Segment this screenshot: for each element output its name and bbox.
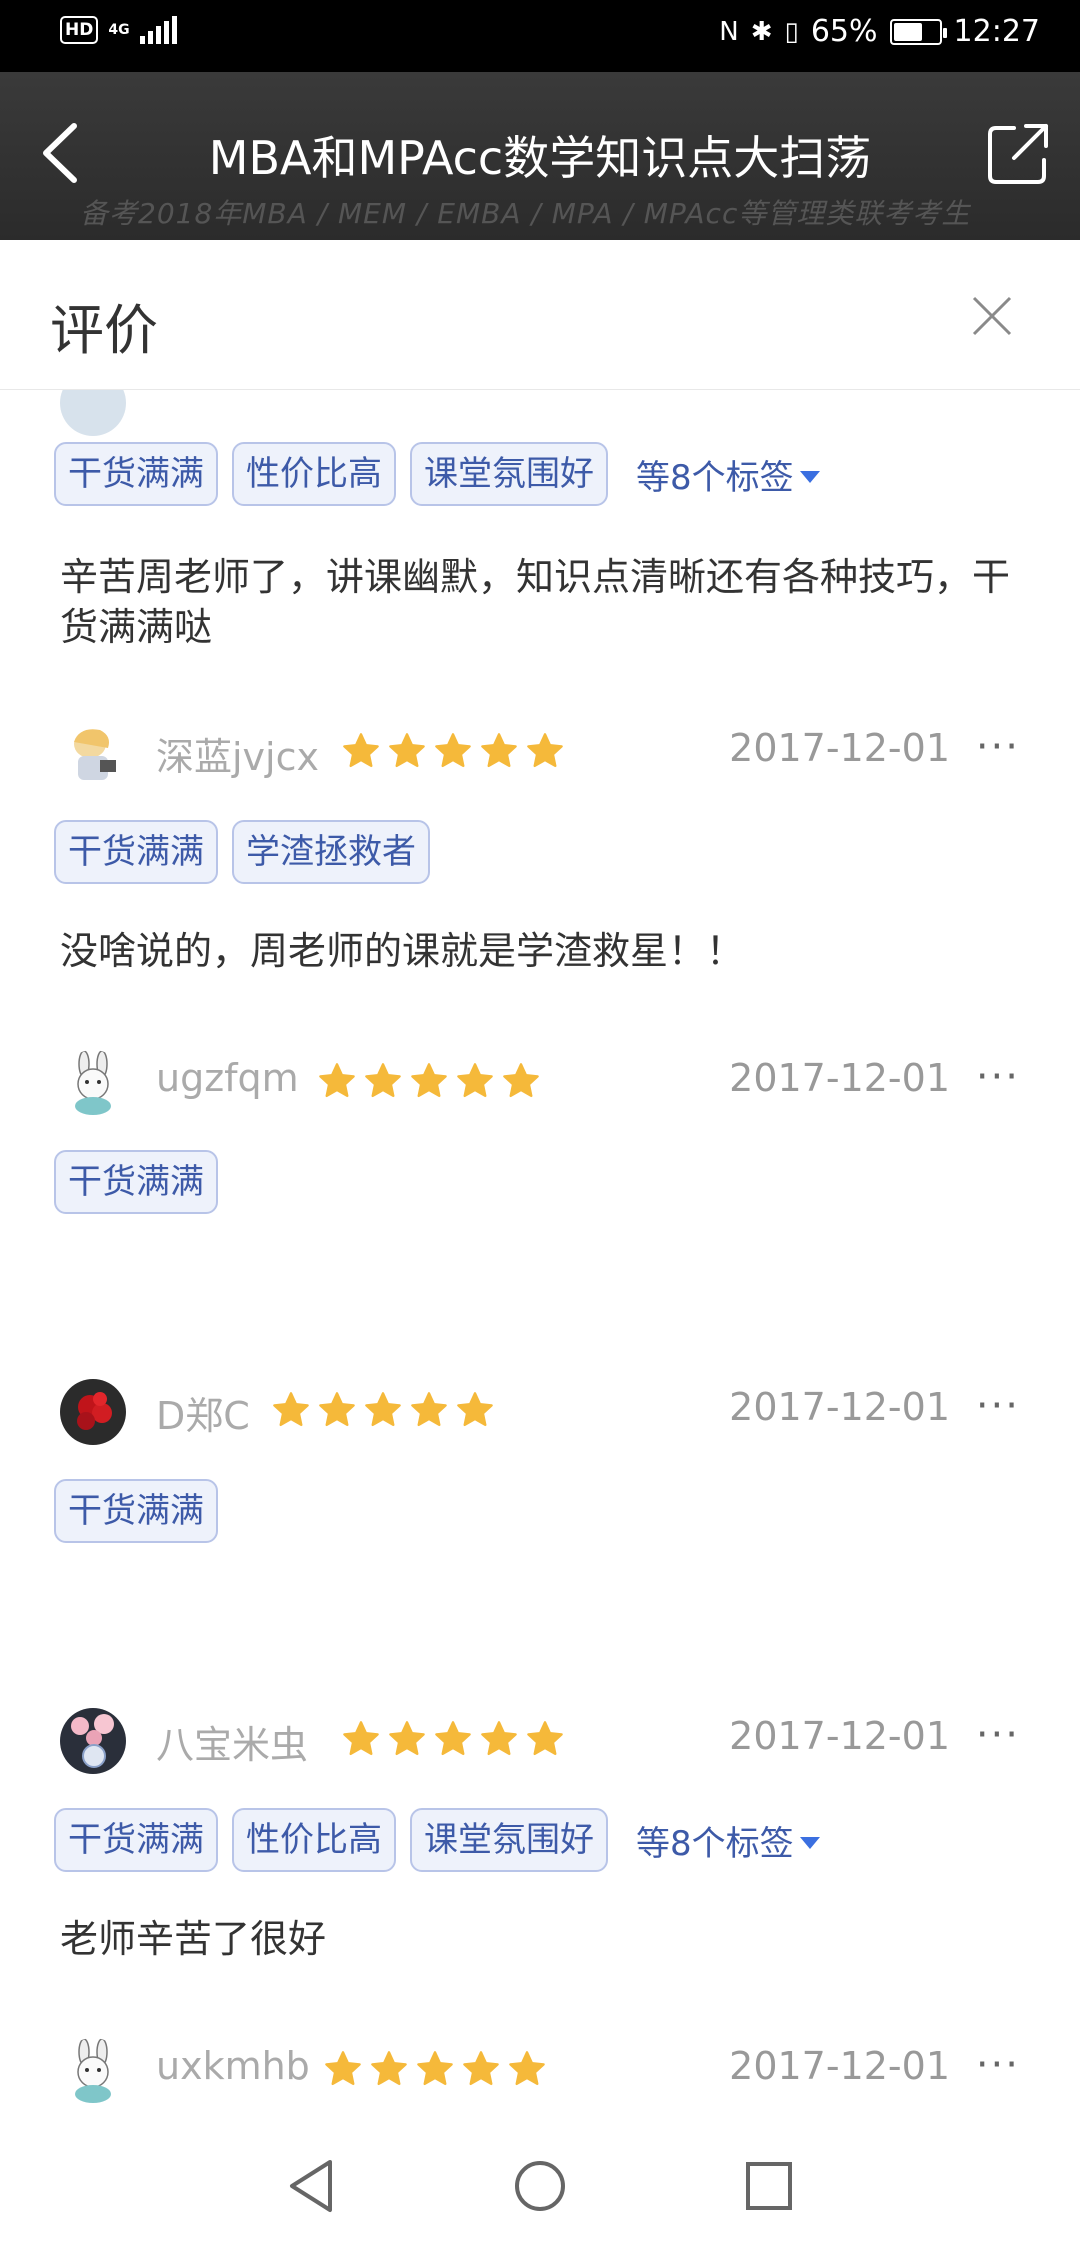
nav-recent-icon[interactable]: [744, 2158, 794, 2214]
star-icon: [457, 1392, 493, 1427]
star-icon: [389, 1721, 425, 1756]
star-icon: [389, 733, 425, 768]
tag: 干货满满: [54, 1479, 218, 1543]
battery-percent: 65%: [810, 14, 878, 49]
close-icon[interactable]: [968, 292, 1016, 340]
signal-icon: [139, 16, 177, 44]
tag-list: 干货满满 学渣拯救者: [54, 820, 430, 884]
tag: 性价比高: [232, 442, 396, 506]
tag: 干货满满: [54, 442, 218, 506]
tag: 性价比高: [232, 1808, 396, 1872]
star-rating: [318, 1062, 540, 1100]
username: 深蓝jvjcx: [156, 735, 319, 779]
avatar[interactable]: [60, 2038, 126, 2104]
hd-badge: HD: [60, 16, 99, 44]
tag: 课堂氛围好: [410, 1808, 608, 1872]
star-icon: [481, 733, 517, 768]
review-date: 2017-12-01: [729, 1714, 950, 1758]
star-rating: [342, 1720, 564, 1758]
more-options-button[interactable]: ···: [976, 1383, 1020, 1429]
vibrate-icon: ▯: [784, 16, 799, 47]
star-rating: [342, 732, 564, 770]
share-icon[interactable]: [986, 120, 1052, 186]
username: ugzfqm: [156, 1056, 299, 1100]
star-icon: [365, 1063, 401, 1098]
star-icon: [509, 2051, 545, 2086]
star-icon: [527, 733, 563, 768]
avatar[interactable]: [60, 720, 126, 786]
tag: 干货满满: [54, 1808, 218, 1872]
page-title: MBA和MPAcc数学知识点大扫荡: [208, 131, 872, 185]
nfc-icon: N: [719, 16, 739, 47]
username: 八宝米虫: [156, 1723, 309, 1767]
bluetooth-icon: ✱: [750, 16, 773, 47]
star-rating: [272, 1391, 494, 1429]
star-icon: [343, 733, 379, 768]
tag: 课堂氛围好: [410, 442, 608, 506]
star-icon: [527, 1721, 563, 1756]
battery-icon: [889, 18, 947, 45]
username: D郑C: [156, 1394, 250, 1438]
clock: 12:27: [953, 14, 1040, 49]
more-tags-button[interactable]: 等8个标签: [636, 450, 820, 499]
star-icon: [457, 1063, 493, 1098]
star-icon: [343, 1721, 379, 1756]
star-icon: [417, 2051, 453, 2086]
tag-list: 干货满满 性价比高 课堂氛围好 等8个标签: [54, 1808, 820, 1872]
tag: 干货满满: [54, 1150, 218, 1214]
tag-list: 干货满满: [54, 1479, 218, 1543]
more-tags-button[interactable]: 等8个标签: [636, 1816, 820, 1865]
tag: 干货满满: [54, 820, 218, 884]
star-icon: [371, 2051, 407, 2086]
more-options-button[interactable]: ···: [976, 724, 1020, 770]
header-background-text: 备考2018年MBA / MEM / EMBA / MPA / MPAcc等管理…: [80, 197, 971, 230]
avatar[interactable]: [60, 1050, 126, 1116]
caret-down-icon: [799, 1837, 820, 1849]
avatar[interactable]: [60, 1379, 126, 1445]
battery-fill: [893, 22, 923, 41]
tag-list: 干货满满 性价比高 课堂氛围好 等8个标签: [54, 442, 820, 506]
status-bar: HD 4G N ✱ ▯ 65% 12:27: [0, 0, 1080, 72]
review-comment: 辛苦周老师了，讲课幽默，知识点清晰还有各种技巧，干货满满哒: [60, 555, 1011, 649]
star-icon: [435, 733, 471, 768]
more-options-button[interactable]: ···: [976, 2042, 1020, 2088]
more-tags-label: 等8个标签: [636, 1823, 794, 1864]
caret-down-icon: [799, 471, 820, 483]
star-icon: [319, 1392, 355, 1427]
star-icon: [503, 1063, 539, 1098]
tag-list: 干货满满: [54, 1150, 218, 1214]
review-date: 2017-12-01: [729, 2044, 950, 2088]
username: uxkmhb: [156, 2044, 310, 2088]
review-date: 2017-12-01: [729, 1056, 950, 1100]
review-date: 2017-12-01: [729, 1385, 950, 1429]
more-options-button[interactable]: ···: [976, 1712, 1020, 1758]
star-icon: [273, 1392, 309, 1427]
review-sheet: 评价 干货满满 性价比高 课堂氛围好 等8个标签 辛苦周老师了，讲课幽默，知识点…: [0, 242, 1080, 2142]
star-icon: [411, 1392, 447, 1427]
more-tags-label: 等8个标签: [636, 457, 794, 498]
sheet-header: 评价: [0, 242, 1080, 390]
network-type: 4G: [108, 22, 130, 38]
more-options-button[interactable]: ···: [976, 1054, 1020, 1100]
system-nav-bar: [0, 2130, 1080, 2244]
review-date: 2017-12-01: [729, 726, 950, 770]
nav-home-icon[interactable]: [512, 2158, 568, 2214]
star-icon: [319, 1063, 355, 1098]
star-icon: [463, 2051, 499, 2086]
back-arrow-icon[interactable]: [36, 118, 86, 188]
review-comment: 老师辛苦了很好: [60, 1917, 327, 1961]
star-icon: [411, 1063, 447, 1098]
star-icon: [481, 1721, 517, 1756]
avatar[interactable]: [60, 1708, 126, 1774]
star-icon: [365, 1392, 401, 1427]
review-comment: 没啥说的，周老师的课就是学渣救星！！: [60, 929, 745, 973]
nav-back-icon[interactable]: [286, 2158, 336, 2214]
sheet-title: 评价: [50, 299, 158, 362]
star-icon: [325, 2051, 361, 2086]
star-rating: [324, 2050, 546, 2088]
star-icon: [435, 1721, 471, 1756]
tag: 学渣拯救者: [232, 820, 430, 884]
